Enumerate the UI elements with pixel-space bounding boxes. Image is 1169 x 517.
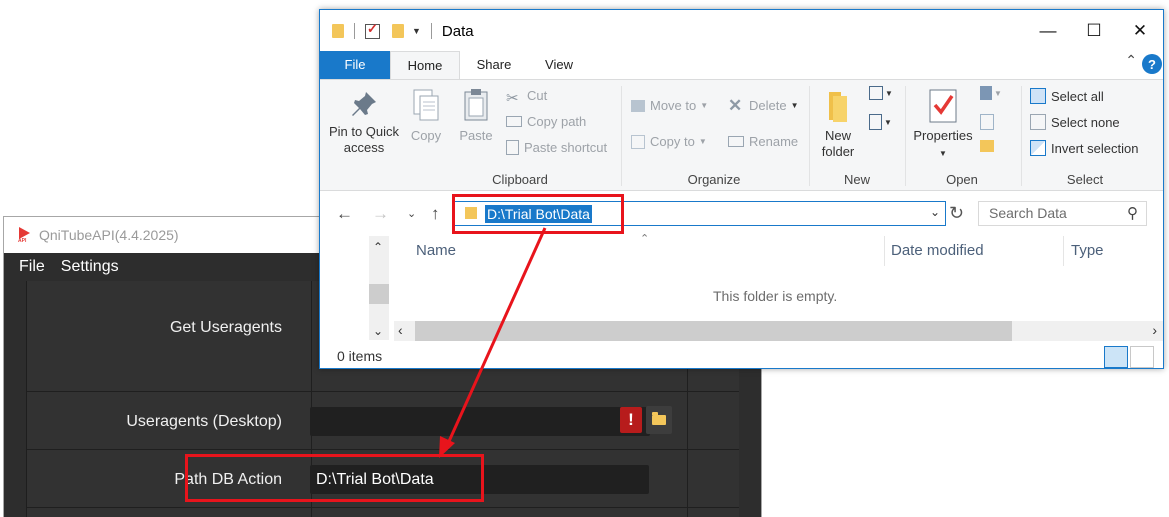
- annotation-arrow: [439, 227, 547, 458]
